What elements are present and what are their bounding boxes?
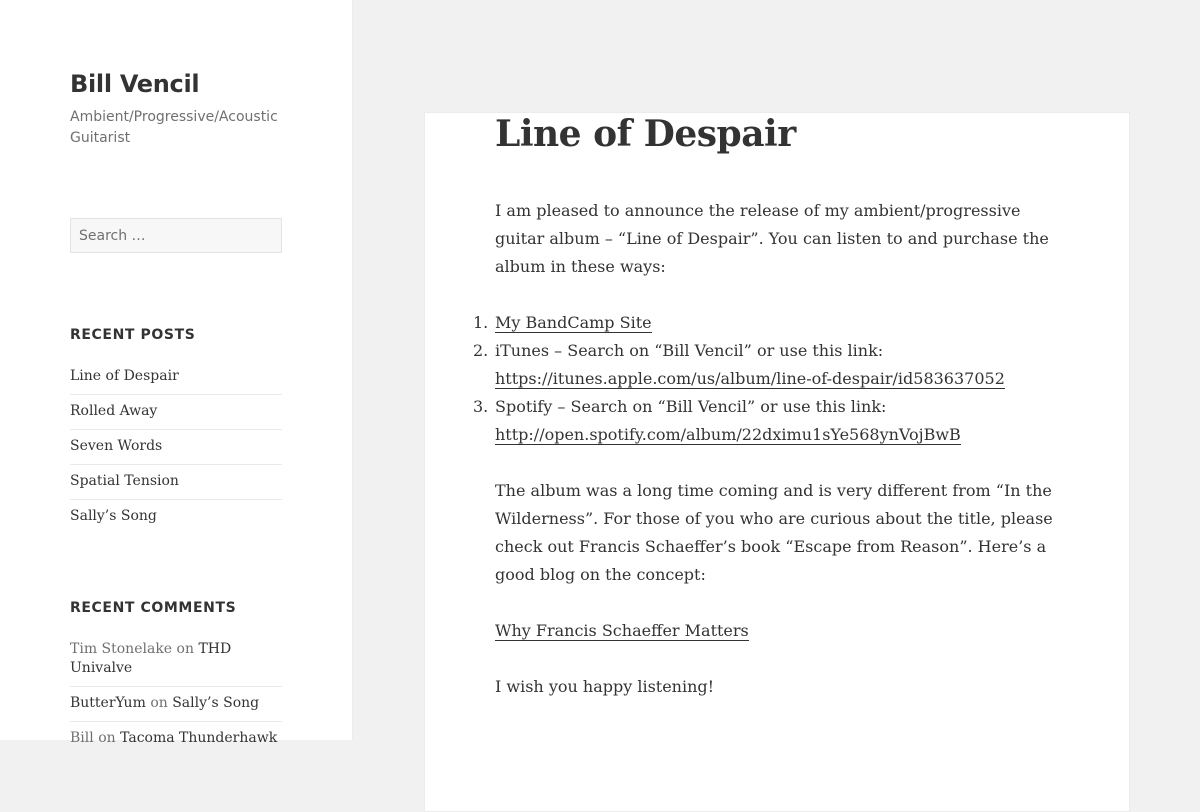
- list-item: 3. Spotify – Search on “Bill Vencil” or …: [473, 393, 1065, 449]
- list-item: Tim Stonelake on THD Univalve: [70, 640, 282, 686]
- recent-posts-list: Line of Despair Rolled Away Seven Words …: [70, 367, 282, 534]
- list-item: 2. iTunes – Search on “Bill Vencil” or u…: [473, 337, 1065, 393]
- list-item: Line of Despair: [70, 367, 282, 394]
- search-input[interactable]: [70, 218, 282, 253]
- list-item: Bill on Tacoma Thunderhawk: [70, 721, 282, 756]
- comment-post-link[interactable]: Tacoma Thunderhawk: [120, 730, 277, 746]
- list-item: ButterYum on Sally’s Song: [70, 686, 282, 721]
- recent-post-link[interactable]: Rolled Away: [70, 403, 157, 419]
- bandcamp-link[interactable]: My BandCamp Site: [495, 313, 652, 333]
- comment-author: ButterYum: [70, 695, 146, 711]
- sidebar: Bill Vencil Ambient/Progressive/Acoustic…: [0, 0, 353, 746]
- spotify-text: Spotify – Search on “Bill Vencil” or use…: [495, 397, 897, 416]
- recent-post-link[interactable]: Sally’s Song: [70, 508, 157, 524]
- list-item: Rolled Away: [70, 394, 282, 429]
- article: Line of Despair I am pleased to announce…: [424, 112, 1130, 812]
- list-number: 1.: [473, 313, 489, 332]
- on-word: on: [98, 730, 116, 746]
- on-word: on: [176, 641, 194, 657]
- on-word: on: [150, 695, 168, 711]
- itunes-link[interactable]: https://itunes.apple.com/us/album/line-o…: [495, 369, 1005, 389]
- recent-comments-list: Tim Stonelake on THD Univalve ButterYum …: [70, 640, 282, 756]
- page-title: Line of Despair: [495, 113, 796, 155]
- comment-author: Bill: [70, 730, 94, 746]
- intro-paragraph: I am pleased to announce the release of …: [495, 201, 1049, 276]
- comment-post-link[interactable]: Sally’s Song: [172, 695, 259, 711]
- recent-comments-heading: RECENT COMMENTS: [70, 600, 237, 616]
- entry-content: I am pleased to announce the release of …: [473, 197, 1065, 729]
- itunes-text: iTunes – Search on “Bill Vencil” or use …: [495, 341, 884, 360]
- list-item: 1. My BandCamp Site: [473, 309, 1065, 337]
- list-number: 2.: [473, 341, 489, 360]
- list-item: Seven Words: [70, 429, 282, 464]
- list-item: Spatial Tension: [70, 464, 282, 499]
- spotify-link[interactable]: http://open.spotify.com/album/22dximu1sY…: [495, 425, 961, 445]
- body-paragraph: The album was a long time coming and is …: [495, 481, 1053, 584]
- closing-paragraph: I wish you happy listening!: [495, 677, 715, 696]
- purchase-list: 1. My BandCamp Site 2. iTunes – Search o…: [473, 309, 1065, 449]
- recent-post-link[interactable]: Line of Despair: [70, 368, 179, 384]
- list-number: 3.: [473, 397, 489, 416]
- comment-author: Tim Stonelake: [70, 641, 173, 657]
- recent-posts-heading: RECENT POSTS: [70, 327, 196, 343]
- blog-link-paragraph: Why Francis Schaeffer Matters: [495, 617, 1065, 645]
- recent-post-link[interactable]: Spatial Tension: [70, 473, 179, 489]
- recent-post-link[interactable]: Seven Words: [70, 438, 162, 454]
- list-item: Sally’s Song: [70, 499, 282, 534]
- site-description: Ambient/Progressive/Acoustic Guitarist: [70, 109, 278, 146]
- site-title[interactable]: Bill Vencil: [70, 70, 200, 98]
- blog-link[interactable]: Why Francis Schaeffer Matters: [495, 621, 749, 641]
